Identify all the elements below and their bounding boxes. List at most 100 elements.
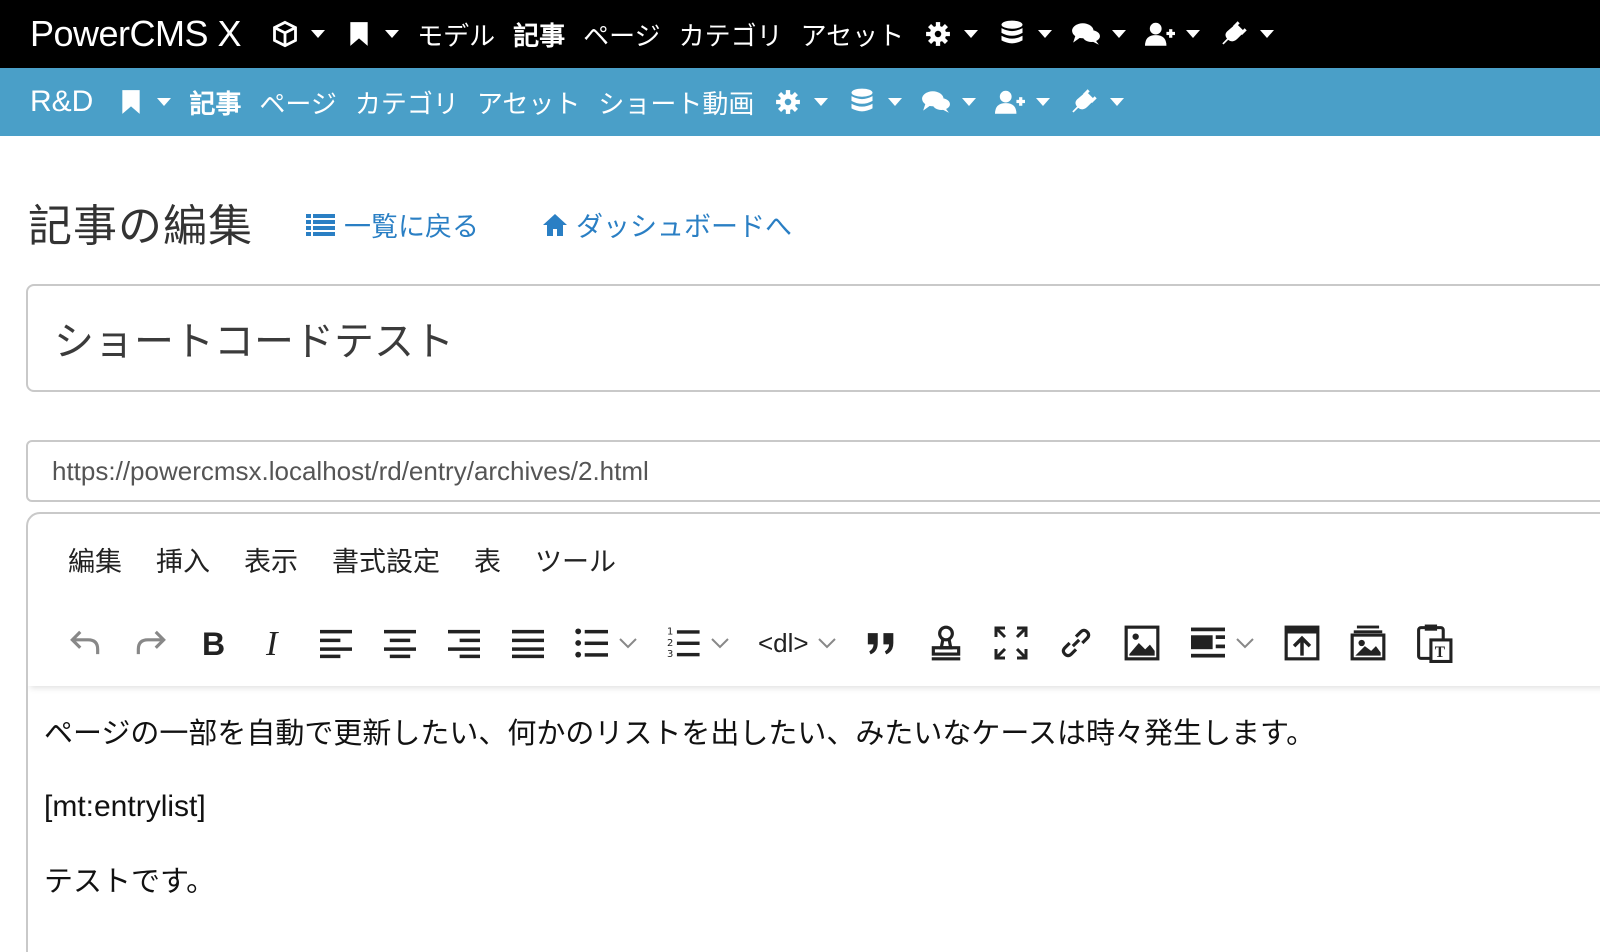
image-button[interactable] <box>1123 621 1161 665</box>
dashboard-link[interactable]: ダッシュボードへ <box>542 205 792 244</box>
rich-text-editor: 編集 挿入 表示 書式設定 表 ツール B I 1 2 3 <dl> T ページ… <box>26 512 1600 952</box>
bookmark-menu[interactable] <box>343 18 400 50</box>
svg-text:B: B <box>202 626 225 660</box>
brand-logo[interactable]: PowerCMS X <box>30 13 242 55</box>
user-plus-icon <box>1144 18 1176 50</box>
comments-icon <box>1070 18 1102 50</box>
quote-icon <box>867 633 893 655</box>
back-to-list-link[interactable]: 一覧に戻る <box>306 205 479 244</box>
database-menu[interactable] <box>996 18 1053 50</box>
database-icon <box>846 86 878 118</box>
user-add-menu[interactable] <box>1144 18 1201 50</box>
chevron-down-icon <box>1112 30 1127 38</box>
bold-icon: B <box>202 626 225 660</box>
site-plugin-menu[interactable] <box>1068 86 1125 118</box>
editor-menubar: 編集 挿入 表示 書式設定 表 ツール <box>68 540 650 579</box>
justify-icon <box>512 629 544 659</box>
italic-button[interactable]: I <box>258 621 290 665</box>
site-nav-short-video[interactable]: ショート動画 <box>598 84 754 121</box>
site-comments-menu[interactable] <box>920 86 977 118</box>
definition-list-button[interactable]: <dl> <box>758 621 837 665</box>
chevron-down-icon <box>1260 30 1275 38</box>
site-bookmark-menu[interactable] <box>115 86 172 118</box>
plugin-menu[interactable] <box>1218 18 1275 50</box>
media-block-icon <box>1190 627 1225 658</box>
blockquote-button[interactable] <box>865 621 899 665</box>
permalink-field[interactable]: https://powercmsx.localhost/rd/entry/arc… <box>26 440 1600 502</box>
plug-icon <box>1218 18 1250 50</box>
stamp-button[interactable] <box>927 621 965 665</box>
redo-button[interactable] <box>132 621 170 665</box>
dashboard-label: ダッシュボードへ <box>576 212 792 243</box>
menu-format[interactable]: 書式設定 <box>332 540 440 579</box>
chevron-down-icon <box>157 98 172 106</box>
top-navbar: PowerCMS X モデル 記事 ページ カテゴリ アセット <box>0 0 1600 68</box>
editor-toolbar: B I 123 <dl> T <box>28 600 1600 686</box>
bookmark-icon <box>343 18 375 50</box>
gear-icon <box>772 86 804 118</box>
align-center-icon <box>384 629 416 659</box>
numbered-list-icon: 123 <box>667 627 700 660</box>
comments-icon <box>920 86 952 118</box>
site-nav-category[interactable]: カテゴリ <box>355 84 459 121</box>
chevron-down-icon <box>711 638 729 649</box>
database-icon <box>996 18 1028 50</box>
align-center-button[interactable] <box>382 621 418 665</box>
link-icon <box>1061 628 1090 658</box>
site-user-add-menu[interactable] <box>994 86 1051 118</box>
comments-menu[interactable] <box>1070 18 1127 50</box>
image-icon <box>1124 625 1160 661</box>
undo-button[interactable] <box>66 621 104 665</box>
site-nav-entry[interactable]: 記事 <box>189 84 241 121</box>
home-icon <box>543 213 567 236</box>
menu-edit[interactable]: 編集 <box>68 540 122 579</box>
site-settings-menu[interactable] <box>772 86 829 118</box>
editor-content[interactable]: ページの一部を自動で更新したい、何かのリストを出したい、みたいなケースは時々発生… <box>44 714 1600 936</box>
align-left-icon <box>320 629 352 659</box>
site-nav-asset[interactable]: アセット <box>477 84 580 121</box>
svg-text:T: T <box>1434 644 1445 661</box>
content-paragraph: ページの一部を自動で更新したい、何かのリストを出したい、みたいなケースは時々発生… <box>44 716 1316 750</box>
fullscreen-icon <box>994 626 1028 660</box>
clipboard-icon: T <box>1416 624 1453 663</box>
menu-insert[interactable]: 挿入 <box>156 540 210 579</box>
site-name[interactable]: R&D <box>30 85 93 119</box>
site-nav-page[interactable]: ページ <box>259 84 336 121</box>
link-button[interactable] <box>1057 621 1095 665</box>
paste-text-button[interactable]: T <box>1415 621 1453 665</box>
svg-text:I: I <box>265 626 279 660</box>
bullet-list-button[interactable] <box>574 621 638 665</box>
chevron-down-icon <box>385 30 400 38</box>
settings-menu[interactable] <box>922 18 979 50</box>
menu-view[interactable]: 表示 <box>244 540 298 579</box>
site-database-menu[interactable] <box>846 86 903 118</box>
nav-asset[interactable]: アセット <box>801 16 904 53</box>
cube-icon <box>269 18 301 50</box>
chevron-down-icon <box>962 98 977 106</box>
plug-icon <box>1068 86 1100 118</box>
align-left-button[interactable] <box>318 621 354 665</box>
chevron-down-icon <box>311 30 326 38</box>
media-block-button[interactable] <box>1189 621 1255 665</box>
nav-category[interactable]: カテゴリ <box>679 16 783 53</box>
align-right-button[interactable] <box>446 621 482 665</box>
image-gallery-button[interactable] <box>1349 621 1387 665</box>
chevron-down-icon <box>1038 30 1053 38</box>
justify-button[interactable] <box>510 621 546 665</box>
fullscreen-button[interactable] <box>993 621 1029 665</box>
nav-model[interactable]: モデル <box>417 16 495 53</box>
align-right-icon <box>448 629 480 659</box>
nav-page[interactable]: ページ <box>583 16 660 53</box>
italic-icon: I <box>265 626 279 660</box>
site-navbar: R&D 記事 ページ カテゴリ アセット ショート動画 <box>0 68 1600 136</box>
menu-tools[interactable]: ツール <box>535 540 616 579</box>
menu-table[interactable]: 表 <box>474 540 501 579</box>
chevron-down-icon <box>888 98 903 106</box>
upload-button[interactable] <box>1283 621 1321 665</box>
workspace-menu[interactable] <box>269 18 326 50</box>
title-input[interactable]: ショートコードテスト <box>26 284 1600 392</box>
bold-button[interactable]: B <box>198 621 230 665</box>
numbered-list-button[interactable]: 123 <box>666 621 730 665</box>
gear-icon <box>922 18 954 50</box>
nav-entry[interactable]: 記事 <box>513 16 565 53</box>
